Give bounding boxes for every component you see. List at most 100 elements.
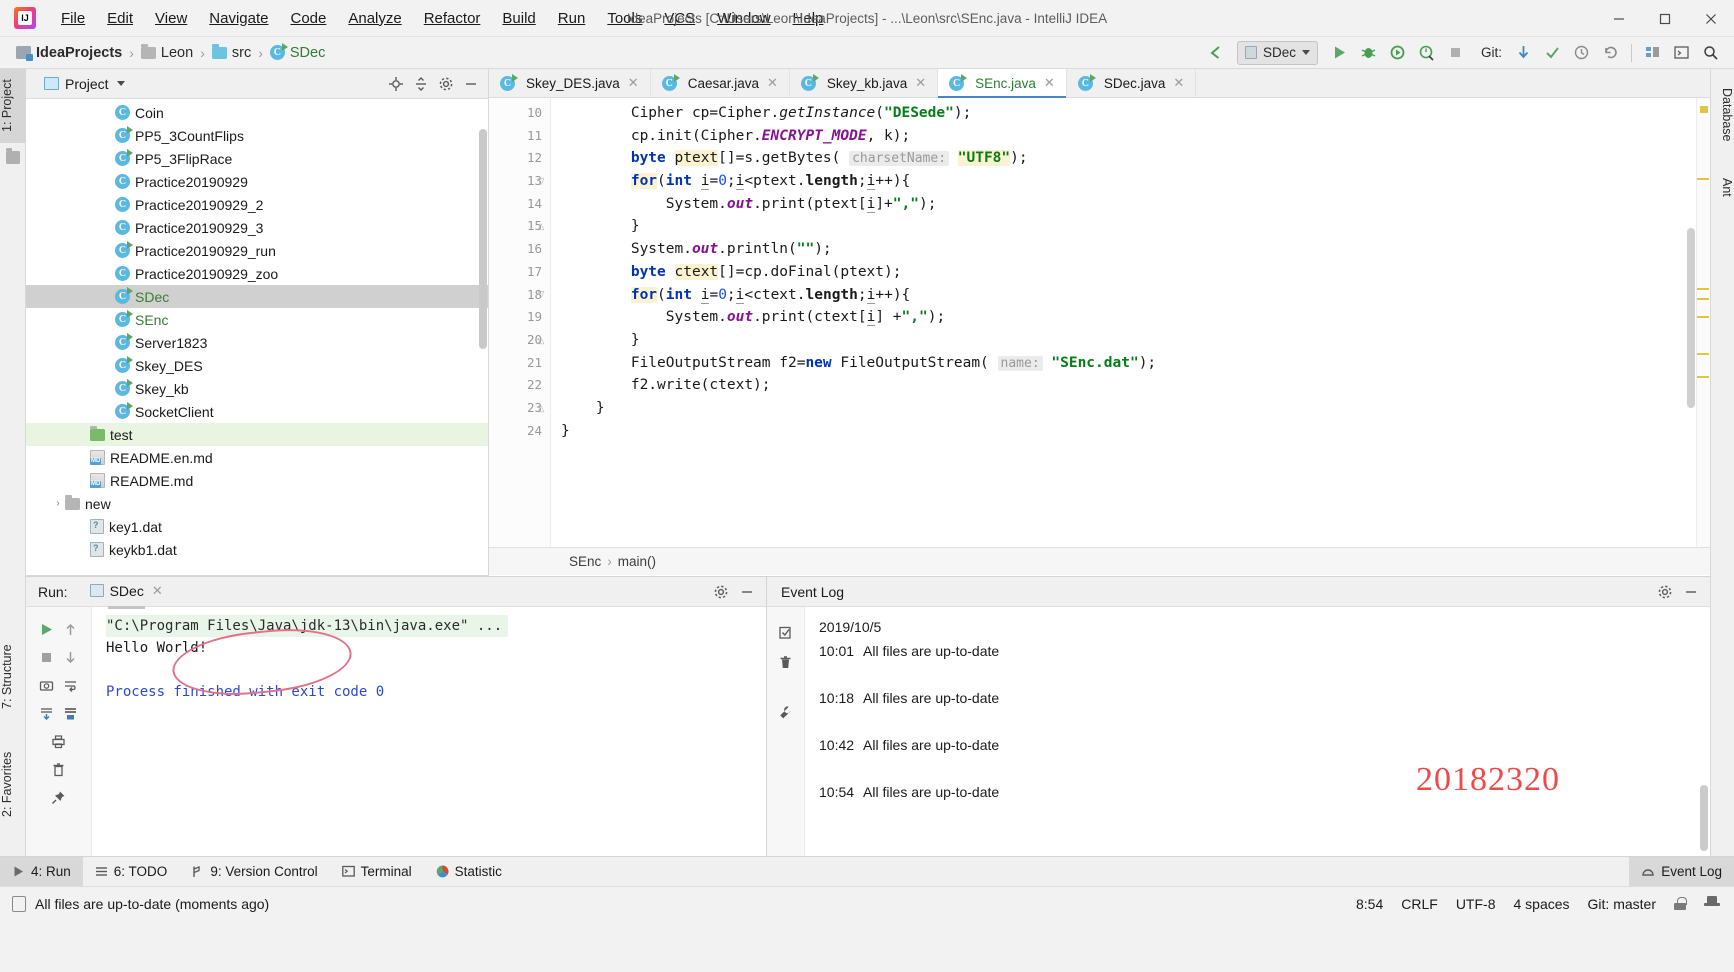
code-fold-toggle[interactable]: △: [534, 329, 548, 352]
tree-item-senc[interactable]: C SEnc: [26, 308, 488, 331]
unlocked-icon[interactable]: [1674, 897, 1687, 910]
tree-item-key1-dat[interactable]: key1.dat: [26, 515, 488, 538]
git-rollback-button[interactable]: [1597, 40, 1624, 66]
chevron-down-icon[interactable]: [116, 81, 125, 86]
tool-tab-ant[interactable]: Ant: [1710, 165, 1734, 209]
tree-item-pp5-3fliprace[interactable]: C PP5_3FlipRace: [26, 147, 488, 170]
hide-run-panel-button[interactable]: [736, 581, 758, 603]
editor-scrollbar[interactable]: [1687, 228, 1695, 408]
terminal-toolbar-button[interactable]: [1668, 40, 1695, 66]
tree-item-server1823[interactable]: C Server1823: [26, 331, 488, 354]
project-tree-scrollbar[interactable]: [479, 129, 487, 349]
search-everywhere-button[interactable]: [1697, 40, 1724, 66]
tree-item-skey-des[interactable]: C Skey_DES: [26, 354, 488, 377]
editor-breadcrumb-class[interactable]: SEnc: [569, 554, 601, 569]
rerun-button[interactable]: [34, 615, 59, 643]
locate-file-button[interactable]: [385, 73, 407, 95]
editor-breadcrumb-method[interactable]: main(): [618, 554, 656, 569]
indent-setting[interactable]: 4 spaces: [1513, 896, 1569, 912]
close-icon[interactable]: ✕: [767, 75, 778, 91]
collapse-all-button[interactable]: [410, 73, 432, 95]
code-fold-toggle[interactable]: ▽: [534, 170, 548, 193]
close-icon[interactable]: ✕: [915, 75, 926, 91]
run-settings-button[interactable]: [710, 581, 732, 603]
tool-tab-favorites[interactable]: 2: Favorites: [0, 734, 26, 834]
stop-process-button[interactable]: [34, 643, 59, 671]
back-arrow-button[interactable]: [1202, 40, 1229, 66]
code-content[interactable]: Cipher cp=Cipher.getInstance("DESede"); …: [551, 98, 1710, 547]
editor-tab-sdec[interactable]: C SDec.java ✕: [1066, 69, 1197, 97]
close-icon[interactable]: ✕: [628, 75, 639, 91]
git-branch[interactable]: Git: master: [1588, 896, 1656, 912]
chevron-right-icon[interactable]: ›: [51, 498, 65, 509]
tool-tab-project[interactable]: 1: Project: [0, 69, 26, 143]
run-with-coverage-button[interactable]: [1384, 40, 1411, 66]
close-icon[interactable]: ✕: [1173, 75, 1184, 91]
editor-marker-bar[interactable]: [1696, 98, 1710, 547]
file-encoding[interactable]: UTF-8: [1456, 896, 1496, 912]
run-button[interactable]: [1326, 40, 1353, 66]
menu-analyze[interactable]: Analyze: [337, 6, 412, 31]
tool-tab-structure[interactable]: 7: Structure: [0, 629, 26, 725]
tree-item-practice20190929-2[interactable]: C Practice20190929_2: [26, 193, 488, 216]
scroll-lock-button[interactable]: [59, 699, 84, 727]
editor-tab-skey_des[interactable]: C Skey_DES.java ✕: [489, 69, 651, 97]
tree-item-readme-md[interactable]: README.md: [26, 469, 488, 492]
code-fold-toggle[interactable]: △: [534, 397, 548, 420]
event-log-toggle-button[interactable]: Event Log: [1629, 856, 1734, 887]
mark-all-read-button[interactable]: [773, 617, 799, 647]
tool-tab-database[interactable]: Database: [1710, 75, 1734, 155]
event-log-settings-button[interactable]: [1654, 581, 1676, 603]
tree-item-new[interactable]: › new: [26, 492, 488, 515]
menu-view[interactable]: View: [144, 6, 198, 31]
clear-all-button[interactable]: [46, 755, 72, 783]
code-fold-toggle[interactable]: △: [534, 215, 548, 238]
hide-event-log-button[interactable]: [1680, 581, 1702, 603]
menu-edit[interactable]: Edit: [96, 6, 144, 31]
git-commit-button[interactable]: [1539, 40, 1566, 66]
menu-build[interactable]: Build: [491, 6, 546, 31]
close-button[interactable]: [1688, 0, 1734, 37]
editor-tab-skey_kb[interactable]: C Skey_kb.java ✕: [789, 69, 939, 97]
tree-item-test[interactable]: test: [26, 423, 488, 446]
minimize-button[interactable]: [1596, 0, 1642, 37]
menu-file[interactable]: File: [50, 6, 96, 31]
git-history-button[interactable]: [1568, 40, 1595, 66]
tree-item-practice20190929-3[interactable]: C Practice20190929_3: [26, 216, 488, 239]
run-tab-sdec[interactable]: SDec ✕: [89, 583, 163, 609]
stop-button[interactable]: [1442, 40, 1469, 66]
next-occurrence-button[interactable]: [59, 643, 84, 671]
menu-run[interactable]: Run: [547, 6, 597, 31]
clear-log-button[interactable]: [773, 647, 799, 677]
previous-occurrence-button[interactable]: [59, 615, 84, 643]
menu-refactor[interactable]: Refactor: [413, 6, 492, 31]
tree-item-practice20190929-run[interactable]: C Practice20190929_run: [26, 239, 488, 262]
bottom-tab-statistic[interactable]: Statistic: [424, 857, 514, 887]
bottom-tab-version-control[interactable]: 9: Version Control: [179, 857, 329, 887]
git-update-button[interactable]: [1510, 40, 1537, 66]
tree-item-coin[interactable]: C Coin: [26, 101, 488, 124]
print-button[interactable]: [46, 727, 72, 755]
project-settings-button[interactable]: [435, 73, 457, 95]
tree-item-practice20190929-zoo[interactable]: C Practice20190929_zoo: [26, 262, 488, 285]
line-separator[interactable]: CRLF: [1401, 896, 1438, 912]
tree-item-practice20190929[interactable]: C Practice20190929: [26, 170, 488, 193]
tree-item-readme-en-md[interactable]: README.en.md: [26, 446, 488, 469]
bottom-tab-run[interactable]: 4: Run: [0, 856, 83, 887]
menu-navigate[interactable]: Navigate: [198, 6, 279, 31]
code-folding-column[interactable]: ▽ △ ▽ △ △: [534, 102, 548, 442]
maximize-button[interactable]: [1642, 0, 1688, 37]
profiler-button[interactable]: [1413, 40, 1440, 66]
run-configuration-selector[interactable]: SDec: [1236, 40, 1318, 65]
bottom-tab-todo[interactable]: 6: TODO: [83, 857, 180, 887]
pin-tab-button[interactable]: [46, 783, 72, 811]
scroll-to-end-button[interactable]: [34, 699, 59, 727]
hide-project-panel-button[interactable]: [460, 73, 482, 95]
debug-button[interactable]: [1355, 40, 1382, 66]
breadcrumb-item-src[interactable]: src: [208, 43, 255, 63]
editor-tab-senc[interactable]: C SEnc.java ✕: [938, 69, 1067, 98]
editor-tab-caesar[interactable]: C Caesar.java ✕: [650, 69, 790, 97]
event-log-scrollbar[interactable]: [1700, 785, 1708, 851]
caret-position[interactable]: 8:54: [1356, 896, 1383, 912]
tree-item-pp5-3countflips[interactable]: C PP5_3CountFlips: [26, 124, 488, 147]
